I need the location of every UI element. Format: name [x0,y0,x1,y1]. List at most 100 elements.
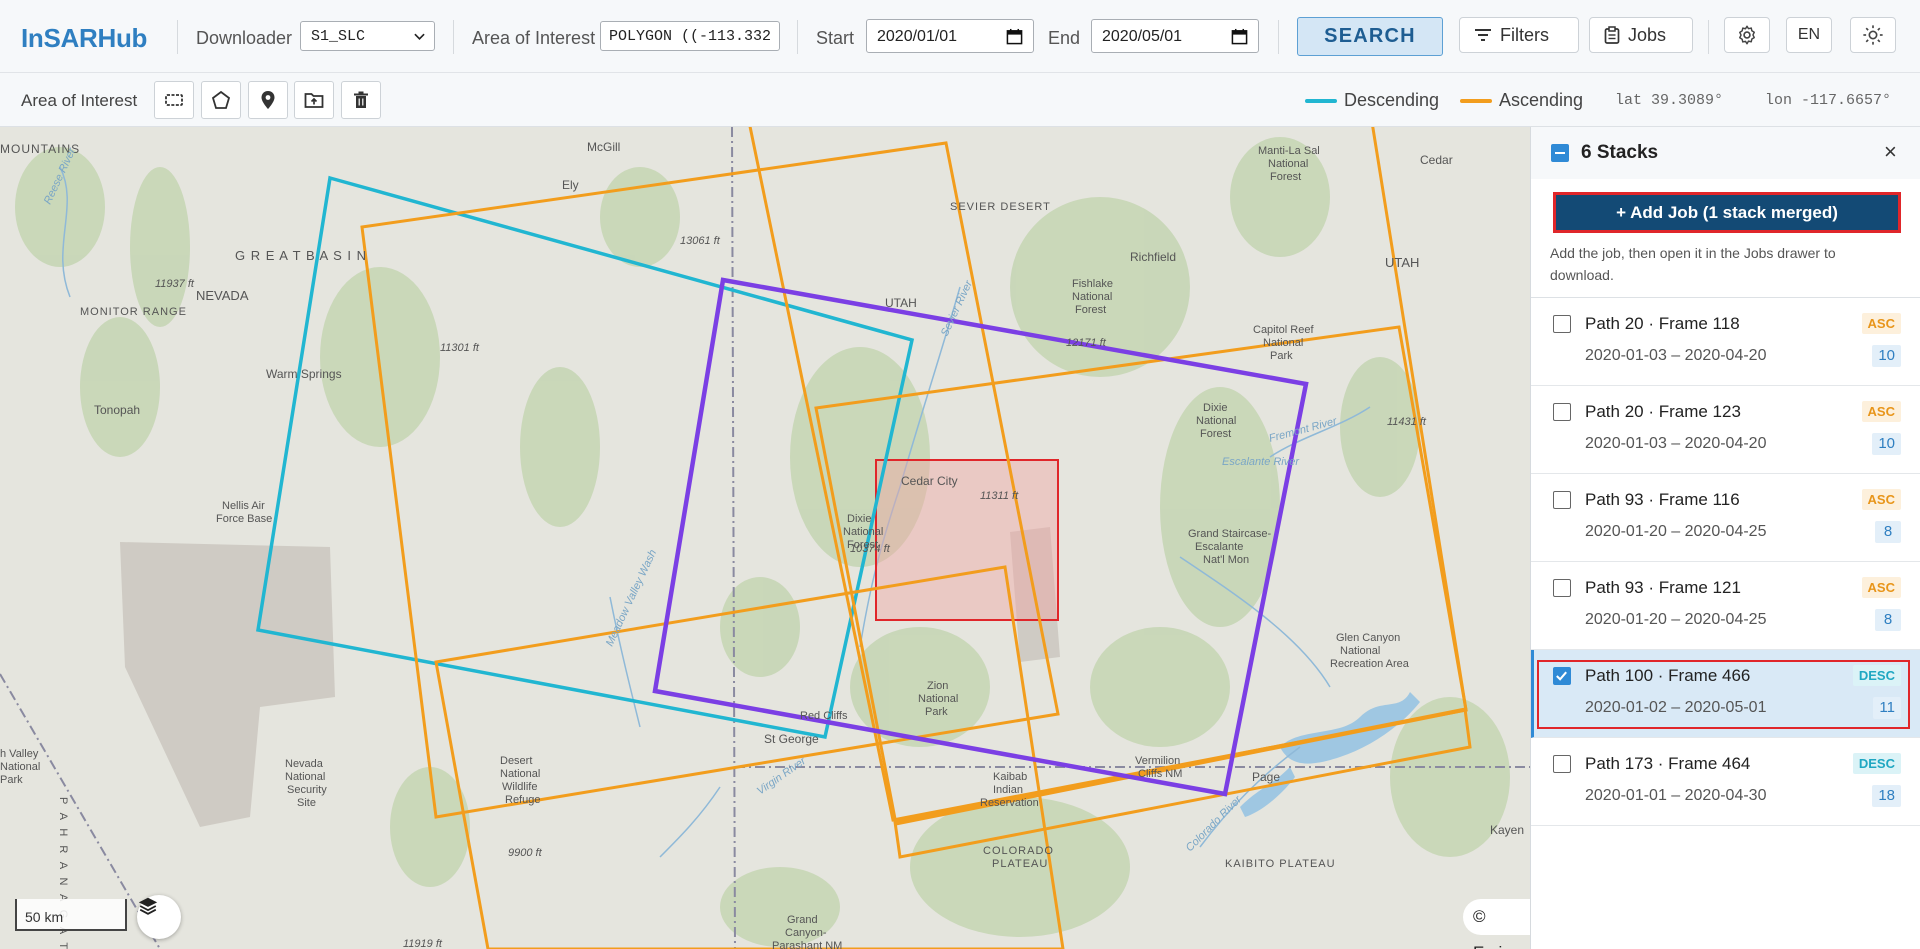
longitude-readout: lon -117.6657° [1765,92,1892,109]
gear-icon [1739,25,1755,45]
draw-rectangle-button[interactable] [154,81,194,119]
place-label: UTAH [885,296,917,310]
place-label: Vermilion [1135,755,1180,767]
place-label: National [1263,337,1303,349]
place-label: Escalante [1195,541,1243,553]
stacks-panel: 6 Stacks × + Add Job (1 stack merged) Ad… [1530,127,1920,949]
place-label: 12171 ft [1066,337,1107,349]
end-date-input[interactable]: 2020/05/01 [1091,19,1259,53]
stack-item[interactable]: Path 93 · Frame 116 2020-01-20 – 2020-04… [1531,474,1920,562]
place-label: Site [297,797,316,809]
divider [797,20,798,54]
descending-legend-label: Descending [1344,90,1440,110]
place-label: Desert [500,755,532,767]
place-label: Security [287,784,327,796]
layers-button[interactable] [137,895,181,939]
place-label: Dixie [1203,402,1227,414]
stack-title: Path 20 · Frame 123 [1585,402,1741,421]
chevron-down-icon [414,33,425,40]
place-label: Fishlake [1072,278,1113,290]
clipboard-icon [1604,26,1620,44]
place-label: Park [1270,350,1293,362]
divider [1278,20,1279,54]
jobs-button[interactable]: Jobs [1589,17,1693,53]
stack-title: Path 93 · Frame 121 [1585,578,1741,597]
place-label: KAIBITO PLATEAU [1225,858,1336,870]
search-button[interactable]: SEARCH [1297,17,1443,56]
filters-button[interactable]: Filters [1459,17,1579,53]
place-label: National [1196,415,1236,427]
direction-badge: ASC [1861,577,1901,598]
direction-badge: DESC [1852,753,1901,774]
stack-item[interactable]: Path 93 · Frame 121 2020-01-20 – 2020-04… [1531,562,1920,650]
descending-legend-swatch [1305,99,1337,103]
map-svg[interactable]: MOUNTAINS McGill Ely SEVIER DESERT Manti… [0,127,1530,949]
place-label: Nevada [285,758,324,770]
place-label: Forest [1200,428,1231,440]
place-label: Cedar City [901,474,958,488]
place-label: National [500,768,540,780]
end-date-value: 2020/05/01 [1102,28,1183,45]
draw-polygon-button[interactable] [201,81,241,119]
stacks-count-title: 6 Stacks [1581,142,1659,163]
stack-checkbox[interactable] [1553,315,1571,333]
trash-icon [354,91,368,108]
calendar-icon[interactable] [1006,28,1023,45]
place-label: Grand Staircase- [1188,528,1271,540]
place-label: Escalante River [1222,456,1300,468]
place-label: 11301 ft [440,342,480,354]
downloader-value: S1_SLC [311,28,366,45]
stack-checkbox[interactable] [1553,755,1571,773]
stack-checkbox-checked[interactable] [1553,667,1571,685]
end-label: End [1048,28,1081,48]
settings-button[interactable] [1724,17,1770,53]
add-job-button[interactable]: + Add Job (1 stack merged) [1553,192,1901,233]
scene-count-badge: 8 [1875,609,1901,631]
map-attribution[interactable]: © Esri, [1463,899,1530,949]
theme-toggle-button[interactable] [1850,17,1896,53]
start-date-input[interactable]: 2020/01/01 [866,19,1034,53]
stack-item[interactable]: Path 20 · Frame 118 2020-01-03 – 2020-04… [1531,298,1920,386]
place-label: National [1268,158,1308,170]
stack-date-range: 2020-01-03 – 2020-04-20 [1585,347,1767,364]
calendar-icon[interactable] [1231,28,1248,45]
aoi-input[interactable]: POLYGON ((-113.332 [600,21,780,51]
stack-date-range: 2020-01-20 – 2020-04-25 [1585,611,1767,628]
place-label: Wildlife [502,781,537,793]
draw-point-button[interactable] [248,81,288,119]
place-label: Parashant NM [772,940,842,949]
language-button[interactable]: EN [1786,17,1832,53]
downloader-select[interactable]: S1_SLC [300,21,435,51]
map-pin-icon [261,91,275,109]
stack-item-selected[interactable]: Path 100 · Frame 466 2020-01-02 – 2020-0… [1531,650,1920,738]
stack-item[interactable]: Path 173 · Frame 464 2020-01-01 – 2020-0… [1531,738,1920,826]
scene-count-badge: 10 [1872,345,1901,367]
app-logo: InSARHub [21,23,148,53]
draw-toolbar: Area of Interest Descending Ascending la… [0,73,1920,127]
place-label: Indian [993,784,1023,796]
place-label: Canyon- [785,927,827,939]
upload-aoi-button[interactable] [294,81,334,119]
check-icon [1556,671,1567,681]
sun-icon [1863,25,1883,45]
place-label: 9900 ft [508,847,543,859]
select-all-checkbox[interactable] [1551,144,1569,162]
place-label: Warm Springs [266,367,342,381]
stack-title: Path 173 · Frame 464 [1585,754,1751,773]
clear-aoi-button[interactable] [341,81,381,119]
place-label: Recreation Area [1330,658,1410,670]
close-icon[interactable]: × [1884,139,1897,165]
stack-date-range: 2020-01-03 – 2020-04-20 [1585,435,1767,452]
place-label: Park [0,774,23,786]
stack-checkbox[interactable] [1553,579,1571,597]
place-label: St George [764,732,819,746]
stack-item[interactable]: Path 20 · Frame 123 2020-01-03 – 2020-04… [1531,386,1920,474]
place-label: Forest [1270,171,1301,183]
direction-badge: ASC [1861,313,1901,334]
filters-label: Filters [1500,25,1549,45]
stack-checkbox[interactable] [1553,403,1571,421]
place-label: 13061 ft [680,235,721,247]
map-canvas[interactable]: MOUNTAINS McGill Ely SEVIER DESERT Manti… [0,127,1530,949]
stack-checkbox[interactable] [1553,491,1571,509]
divider [177,20,178,54]
